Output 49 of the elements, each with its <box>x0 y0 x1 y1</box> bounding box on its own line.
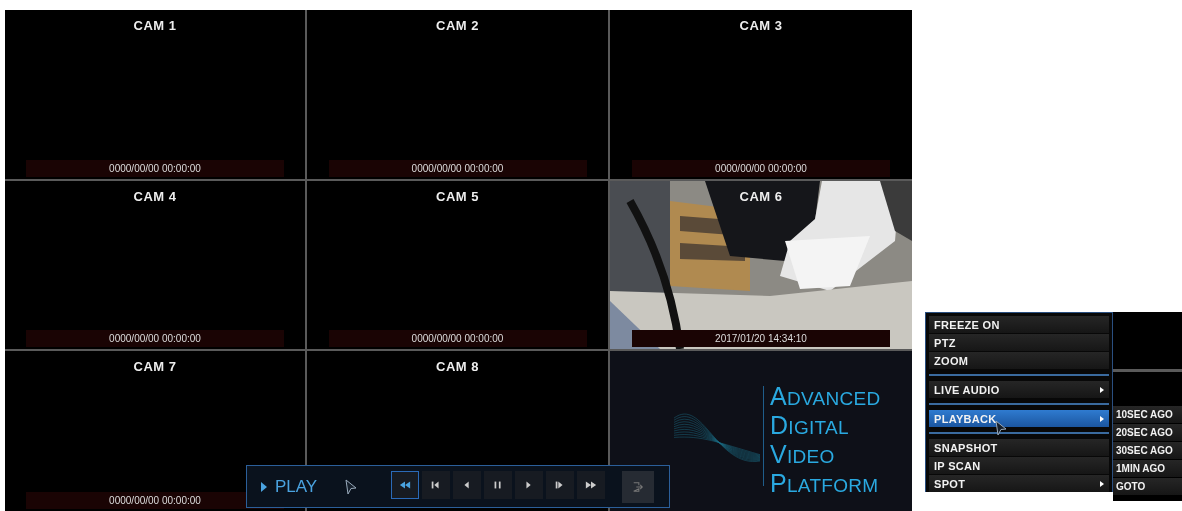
logo-text: VIDEO <box>770 441 836 470</box>
timestamp: 0000/00/00 00:00:00 <box>26 160 284 177</box>
camera-tile[interactable]: CAM 3 0000/00/00 00:00:00 <box>610 10 912 179</box>
play-button[interactable] <box>515 470 544 499</box>
play-indicator-icon <box>261 481 267 492</box>
cursor-icon <box>995 420 1007 436</box>
cursor-icon <box>345 478 358 495</box>
reverse-play-button[interactable] <box>453 470 482 499</box>
submenu-item[interactable]: GOTO <box>1113 478 1182 495</box>
camera-tile[interactable]: CAM 4 0000/00/00 00:00:00 <box>5 181 305 349</box>
exit-button[interactable] <box>622 470 655 503</box>
camera-tile[interactable]: CAM 2 0000/00/00 00:00:00 <box>307 10 608 179</box>
step-back-button[interactable] <box>422 470 451 499</box>
submenu-item[interactable]: 10SEC AGO <box>1113 406 1182 423</box>
timestamp: 0000/00/00 00:00:00 <box>328 330 587 347</box>
logo-text: PLATFORM <box>770 470 880 499</box>
menu-item[interactable]: PTZ <box>929 334 1109 351</box>
submenu-item[interactable]: 20SEC AGO <box>1113 424 1182 441</box>
camera-label: CAM 2 <box>436 18 479 33</box>
camera-label: CAM 5 <box>436 189 479 204</box>
camera-label: CAM 7 <box>133 359 177 374</box>
rewind-button[interactable] <box>391 470 420 499</box>
submenu-item[interactable]: 30SEC AGO <box>1113 442 1182 459</box>
pause-button[interactable] <box>484 470 513 499</box>
menu-item[interactable]: IP SCAN <box>929 457 1109 474</box>
camera-tile[interactable]: CAM 1 0000/00/00 00:00:00 <box>5 10 305 179</box>
menu-item[interactable]: SNAPSHOT <box>929 439 1109 456</box>
camera-label: CAM 8 <box>436 359 479 374</box>
menu-item[interactable]: PLAYBACK <box>929 410 1109 427</box>
menu-item[interactable]: ZOOM <box>929 352 1109 369</box>
submenu-item[interactable]: 1MIN AGO <box>1113 460 1182 477</box>
camera-tile[interactable]: CAM 5 0000/00/00 00:00:00 <box>307 181 608 349</box>
menu-item[interactable]: SPOT <box>929 475 1109 492</box>
timestamp: 0000/00/00 00:00:00 <box>26 330 284 347</box>
camera-label: CAM 6 <box>739 189 783 204</box>
timestamp: 2017/01/20 14:34:10 <box>632 330 890 347</box>
logo-text: ADVANCED <box>770 383 881 412</box>
timestamp: 0000/00/00 00:00:00 <box>632 160 890 177</box>
exit-icon <box>632 480 645 493</box>
camera-label: CAM 1 <box>133 18 177 33</box>
fast-forward-button[interactable] <box>577 470 606 499</box>
camera-label: CAM 4 <box>133 189 177 204</box>
camera-label: CAM 3 <box>739 18 783 33</box>
logo-text: DIGITAL <box>770 412 850 441</box>
step-forward-button[interactable] <box>546 470 575 499</box>
menu-item[interactable]: FREEZE ON <box>929 316 1109 333</box>
menu-item[interactable]: LIVE AUDIO <box>929 381 1109 398</box>
camera-tile[interactable]: CAM 6 2017/01/20 14:34:10 <box>610 181 912 349</box>
timestamp: 0000/00/00 00:00:00 <box>328 160 587 177</box>
